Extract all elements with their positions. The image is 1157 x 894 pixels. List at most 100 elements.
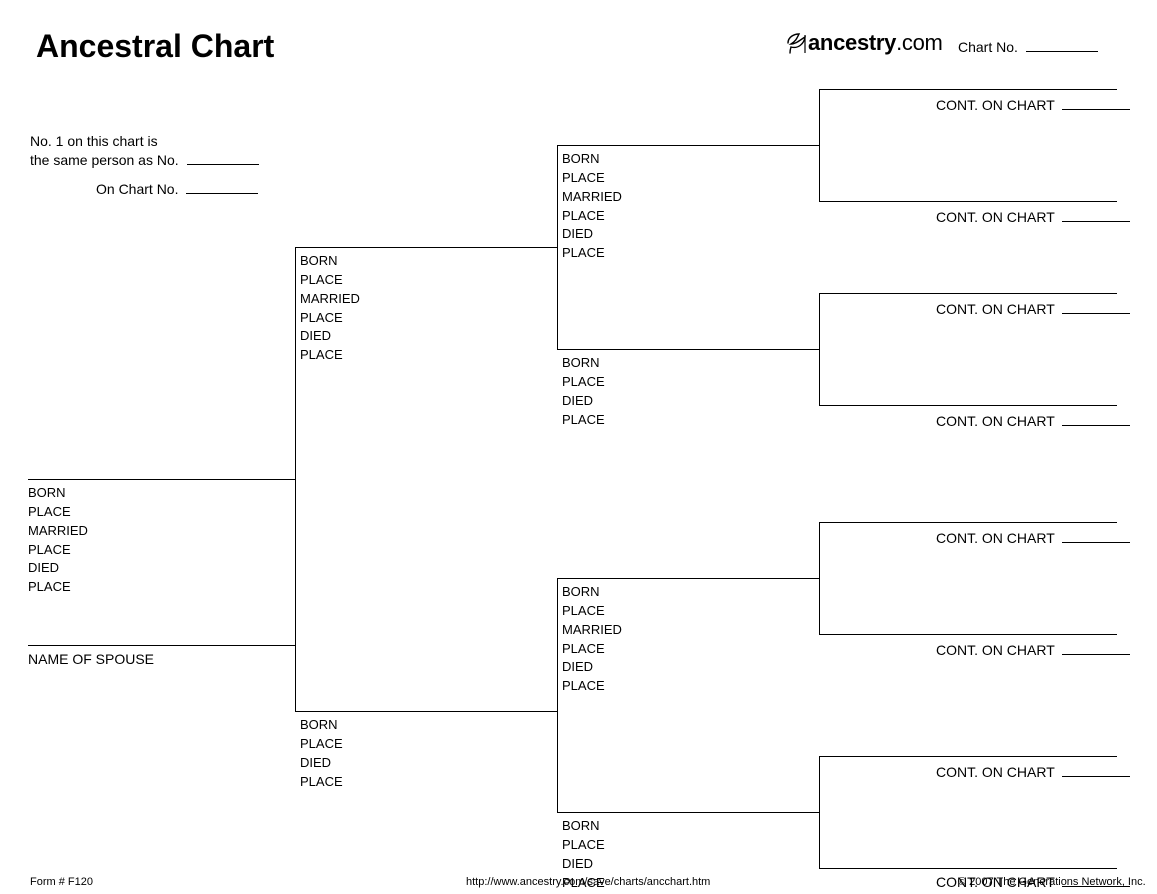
cont-12: CONT. ON CHART — [936, 530, 1130, 546]
cont-9: CONT. ON CHART — [936, 209, 1130, 225]
field-place: PLACE — [562, 411, 605, 430]
cont-label: CONT. ON CHART — [936, 764, 1055, 780]
cont-blank[interactable] — [1062, 765, 1130, 777]
field-place: PLACE — [562, 373, 605, 392]
brand-logo: ancestry.com — [782, 30, 943, 56]
field-place: PLACE — [562, 169, 622, 188]
person8-name-line[interactable] — [819, 89, 1117, 90]
cont-blank[interactable] — [1062, 98, 1130, 110]
field-died: DIED — [562, 225, 622, 244]
cont-10: CONT. ON CHART — [936, 301, 1130, 317]
field-died: DIED — [562, 658, 622, 677]
person12-name-line[interactable] — [819, 522, 1117, 523]
bracket-gen2 — [295, 247, 296, 711]
cont-label: CONT. ON CHART — [936, 97, 1055, 113]
spouse-label: NAME OF SPOUSE — [28, 650, 154, 669]
footer-form-no: Form # F120 — [30, 876, 93, 888]
field-born: BORN — [300, 716, 343, 735]
field-married: MARRIED — [28, 522, 88, 541]
cont-blank[interactable] — [1062, 414, 1130, 426]
cont-14: CONT. ON CHART — [936, 764, 1130, 780]
cont-blank[interactable] — [1062, 302, 1130, 314]
person3-name-line[interactable] — [295, 711, 557, 712]
brand-name-bold: ancestry — [808, 30, 896, 55]
field-died: DIED — [300, 327, 360, 346]
on-chart-no-blank[interactable] — [186, 182, 258, 194]
spouse-name-line[interactable] — [28, 645, 295, 646]
person15-name-line[interactable] — [819, 868, 1117, 869]
field-place: PLACE — [562, 244, 622, 263]
cont-8: CONT. ON CHART — [936, 97, 1130, 113]
bracket-gen4-1 — [819, 89, 820, 201]
leaf-icon — [782, 32, 808, 54]
person11-name-line[interactable] — [819, 405, 1117, 406]
footer-copyright: © 2007 The Generations Network, Inc. — [958, 876, 1146, 888]
field-place: PLACE — [300, 346, 360, 365]
page-title: Ancestral Chart — [36, 28, 274, 65]
cont-13: CONT. ON CHART — [936, 642, 1130, 658]
person14-name-line[interactable] — [819, 756, 1117, 757]
field-born: BORN — [28, 484, 88, 503]
field-place: PLACE — [28, 541, 88, 560]
field-born: BORN — [562, 150, 622, 169]
person4-fields: BORN PLACE MARRIED PLACE DIED PLACE — [562, 150, 622, 263]
bracket-gen4-2 — [819, 293, 820, 405]
chart-no-label: Chart No. — [958, 39, 1018, 55]
cont-label: CONT. ON CHART — [936, 301, 1055, 317]
field-place: PLACE — [562, 602, 622, 621]
person2-fields: BORN PLACE MARRIED PLACE DIED PLACE — [300, 252, 360, 365]
field-born: BORN — [562, 583, 622, 602]
field-born: BORN — [300, 252, 360, 271]
person6-fields: BORN PLACE MARRIED PLACE DIED PLACE — [562, 583, 622, 696]
field-died: DIED — [562, 392, 605, 411]
field-place: PLACE — [562, 677, 622, 696]
cont-label: CONT. ON CHART — [936, 209, 1055, 225]
brand-name-suffix: .com — [896, 30, 942, 55]
chart-no-blank[interactable] — [1026, 40, 1098, 52]
cont-label: CONT. ON CHART — [936, 642, 1055, 658]
field-place: PLACE — [562, 207, 622, 226]
bracket-gen4-3 — [819, 522, 820, 634]
field-place: PLACE — [562, 640, 622, 659]
note-line1: No. 1 on this chart is — [30, 132, 259, 151]
person5-name-line[interactable] — [557, 349, 819, 350]
field-died: DIED — [28, 559, 88, 578]
field-place: PLACE — [562, 836, 605, 855]
field-place: PLACE — [300, 735, 343, 754]
field-married: MARRIED — [562, 621, 622, 640]
field-place: PLACE — [300, 309, 360, 328]
person9-name-line[interactable] — [819, 201, 1117, 202]
field-died: DIED — [562, 855, 605, 874]
cont-blank[interactable] — [1062, 643, 1130, 655]
person13-name-line[interactable] — [819, 634, 1117, 635]
field-married: MARRIED — [300, 290, 360, 309]
person4-name-line[interactable] — [557, 145, 819, 146]
note-line2: the same person as No. — [30, 152, 179, 168]
field-place: PLACE — [300, 773, 343, 792]
person7-name-line[interactable] — [557, 812, 819, 813]
cont-blank[interactable] — [1062, 531, 1130, 543]
chart-no-field: Chart No. — [958, 38, 1098, 57]
field-married: MARRIED — [562, 188, 622, 207]
person2-name-line[interactable] — [295, 247, 557, 248]
bracket-gen3-lower — [557, 578, 558, 812]
footer-url: http://www.ancestry.com/save/charts/ancc… — [466, 876, 710, 888]
field-place: PLACE — [28, 503, 88, 522]
field-died: DIED — [300, 754, 343, 773]
person3-fields: BORN PLACE DIED PLACE — [300, 716, 343, 791]
person6-name-line[interactable] — [557, 578, 819, 579]
field-place: PLACE — [28, 578, 88, 597]
bracket-gen4-4 — [819, 756, 820, 868]
field-born: BORN — [562, 354, 605, 373]
person5-fields: BORN PLACE DIED PLACE — [562, 354, 605, 429]
same-person-note: No. 1 on this chart is the same person a… — [30, 132, 259, 199]
person1-name-line[interactable] — [28, 479, 295, 480]
cont-label: CONT. ON CHART — [936, 413, 1055, 429]
same-person-no-blank[interactable] — [187, 153, 259, 165]
field-born: BORN — [562, 817, 605, 836]
person1-fields: BORN PLACE MARRIED PLACE DIED PLACE — [28, 484, 88, 597]
person10-name-line[interactable] — [819, 293, 1117, 294]
field-place: PLACE — [300, 271, 360, 290]
cont-blank[interactable] — [1062, 210, 1130, 222]
note-line3: On Chart No. — [96, 181, 178, 197]
